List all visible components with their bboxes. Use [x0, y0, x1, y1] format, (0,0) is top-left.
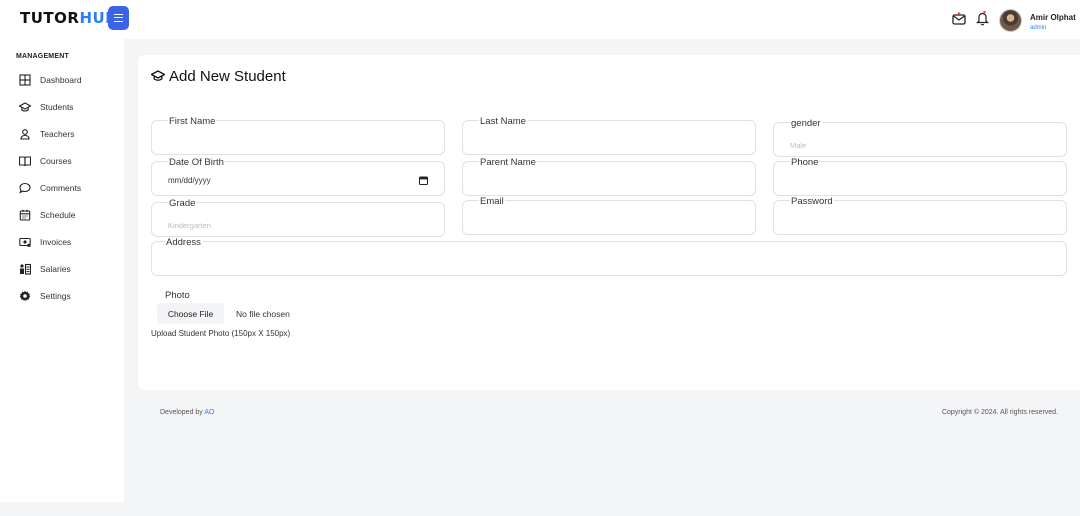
address-input[interactable]	[168, 258, 1052, 270]
gender-field: gender	[773, 118, 1067, 157]
sidebar-item-students[interactable]: Students	[0, 97, 124, 117]
parent-name-label: Parent Name	[479, 157, 537, 168]
graduation-cap-icon	[19, 102, 31, 112]
developer-link[interactable]: AO	[204, 409, 214, 416]
first-name-input[interactable]	[168, 137, 430, 149]
first-name-field: First Name	[151, 116, 445, 155]
address-label: Address	[165, 237, 202, 248]
last-name-input[interactable]	[479, 137, 741, 149]
parent-name-field: Parent Name	[462, 157, 756, 196]
phone-label: Phone	[790, 157, 820, 168]
sidebar-item-label: Invoices	[40, 237, 72, 247]
sidebar-item-invoices[interactable]: Invoices	[0, 232, 124, 252]
photo-help-text: Upload Student Photo (150px X 150px)	[151, 329, 291, 338]
sidebar-item-teachers[interactable]: Teachers	[0, 124, 124, 144]
sidebar-item-dashboard[interactable]: Dashboard	[0, 70, 124, 90]
password-field: Password	[773, 196, 1067, 235]
gender-label: gender	[790, 118, 822, 129]
parent-name-input[interactable]	[479, 178, 741, 190]
sidebar-item-schedule[interactable]: Schedule	[0, 205, 124, 225]
sidebar-item-settings[interactable]: Settings	[0, 286, 124, 306]
sidebar-item-label: Settings	[40, 291, 71, 301]
logo[interactable]: TUTORHUB	[20, 9, 117, 27]
sidebar-item-label: Courses	[40, 156, 72, 166]
phone-field: Phone	[773, 157, 1067, 196]
email-field: Email	[462, 196, 756, 235]
grade-label: Grade	[168, 198, 197, 209]
sidebar-item-label: Dashboard	[40, 75, 82, 85]
invoice-icon	[19, 237, 31, 247]
sidebar-item-courses[interactable]: Courses	[0, 151, 124, 171]
user-name[interactable]: Amir Olphat	[1030, 13, 1076, 22]
sidebar-item-comments[interactable]: Comments	[0, 178, 124, 198]
bell-icon[interactable]	[976, 10, 989, 26]
gender-input[interactable]	[790, 139, 1052, 151]
page-title: Add New Student	[169, 68, 286, 85]
sidebar-item-label: Teachers	[40, 129, 75, 139]
avatar[interactable]	[999, 9, 1022, 32]
calendar-icon[interactable]	[419, 176, 428, 185]
sidebar-item-salaries[interactable]: Salaries	[0, 259, 124, 279]
address-field: Address	[151, 237, 1067, 276]
sidebar-item-label: Students	[40, 102, 74, 112]
sidebar-item-label: Schedule	[40, 210, 76, 220]
book-icon	[19, 156, 31, 167]
sidebar-section-title: MANAGEMENT	[16, 53, 69, 60]
user-role: admin	[1030, 25, 1047, 31]
mail-icon[interactable]	[952, 12, 966, 26]
logo-text-main: TUTOR	[20, 9, 80, 27]
graduation-cap-icon	[151, 70, 165, 81]
password-label: Password	[790, 196, 834, 207]
grade-field: Grade	[151, 198, 445, 237]
last-name-label: Last Name	[479, 116, 527, 127]
photo-label: Photo	[165, 290, 190, 301]
calendar-icon	[19, 209, 31, 221]
hamburger-icon	[114, 14, 123, 22]
sidebar-item-label: Comments	[40, 183, 82, 193]
menu-toggle-button[interactable]	[108, 6, 129, 30]
comment-icon	[19, 182, 31, 194]
footer-copyright: Copyright © 2024. All rights reserved.	[941, 409, 1058, 416]
sidebar-item-label: Salaries	[40, 264, 71, 274]
dob-field: Date Of Birth mm/dd/yyyy	[151, 157, 445, 196]
file-status: No file chosen	[236, 309, 290, 319]
user-icon	[20, 129, 30, 140]
sidebar: MANAGEMENT Dashboard Students Teachers C…	[0, 39, 124, 502]
phone-input[interactable]	[790, 178, 1052, 190]
email-label: Email	[479, 196, 505, 207]
salary-icon	[20, 263, 31, 275]
first-name-label: First Name	[168, 116, 217, 127]
top-bar: TUTORHUB Amir Olphat admin	[0, 0, 1080, 39]
dob-input[interactable]: mm/dd/yyyy	[168, 176, 211, 185]
footer-developed-by: Developed by	[160, 409, 203, 416]
gear-icon	[19, 290, 31, 301]
choose-file-button[interactable]: Choose File	[157, 303, 224, 324]
footer-credit: Developed by AO	[160, 409, 215, 416]
last-name-field: Last Name	[462, 116, 756, 155]
dob-label: Date Of Birth	[168, 157, 225, 168]
grade-input[interactable]	[168, 219, 430, 231]
password-input[interactable]	[790, 217, 1052, 229]
email-input[interactable]	[479, 217, 741, 229]
dashboard-icon	[19, 74, 31, 86]
